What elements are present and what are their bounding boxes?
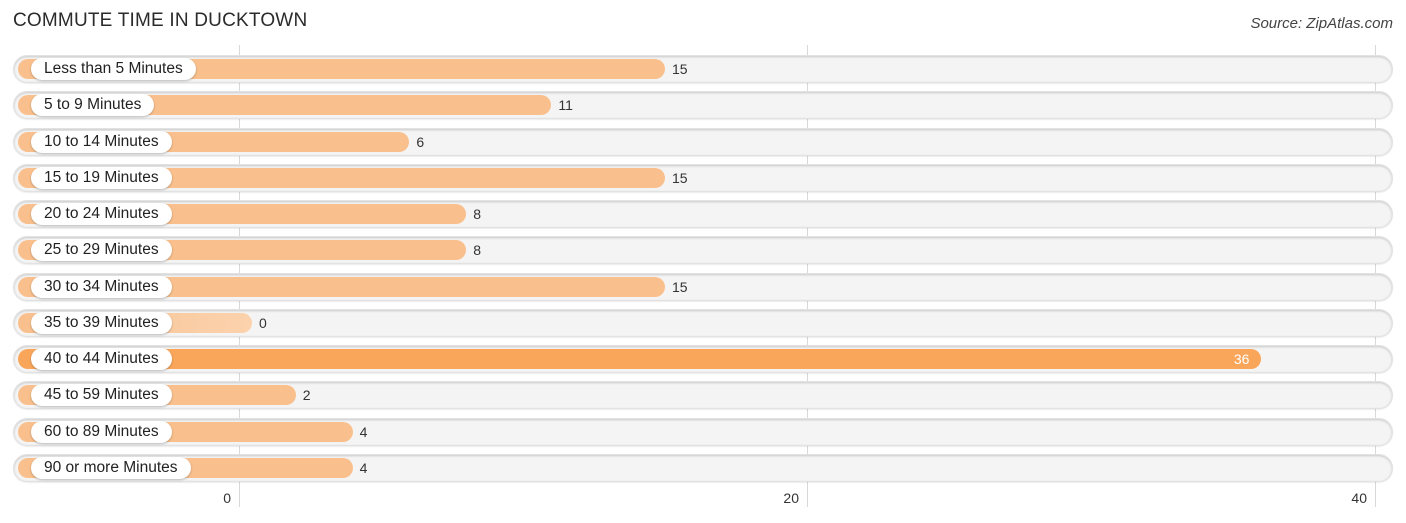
bar xyxy=(18,349,1262,369)
value-label: 15 xyxy=(672,278,688,295)
x-tick-label: 0 xyxy=(223,490,231,506)
value-label: 36 xyxy=(1233,351,1250,367)
value-label: 4 xyxy=(359,423,368,440)
category-label: 90 or more Minutes xyxy=(31,456,191,479)
value-label: 15 xyxy=(672,61,688,77)
category-label: 20 to 24 Minutes xyxy=(31,203,172,225)
value-label: 6 xyxy=(416,133,425,150)
category-label: 10 to 14 Minutes xyxy=(31,130,172,153)
category-label: 25 to 29 Minutes xyxy=(31,239,172,262)
value-label: 0 xyxy=(259,314,267,331)
x-tick-label: 40 xyxy=(1351,490,1367,506)
value-label: 8 xyxy=(473,206,481,222)
category-label: 5 to 9 Minutes xyxy=(31,94,155,117)
value-label: 4 xyxy=(359,459,368,476)
x-tick-label: 20 xyxy=(783,490,799,506)
bar-chart: 0 20 40 Less than 5 Minutes 15 5 to 9 Minutes… xyxy=(0,0,1406,523)
category-label: 60 to 89 Minutes xyxy=(31,420,172,443)
value-label: 11 xyxy=(558,97,573,114)
category-label: 35 to 39 Minutes xyxy=(31,311,172,334)
value-label: 15 xyxy=(672,169,688,186)
category-label: 15 to 19 Minutes xyxy=(31,166,172,189)
category-label: 45 to 59 Minutes xyxy=(31,384,172,407)
category-label: Less than 5 Minutes xyxy=(31,58,196,80)
value-label: 8 xyxy=(473,242,481,259)
category-label: 30 to 34 Minutes xyxy=(31,275,172,298)
value-label: 2 xyxy=(302,387,311,404)
category-label: 40 to 44 Minutes xyxy=(31,348,172,370)
